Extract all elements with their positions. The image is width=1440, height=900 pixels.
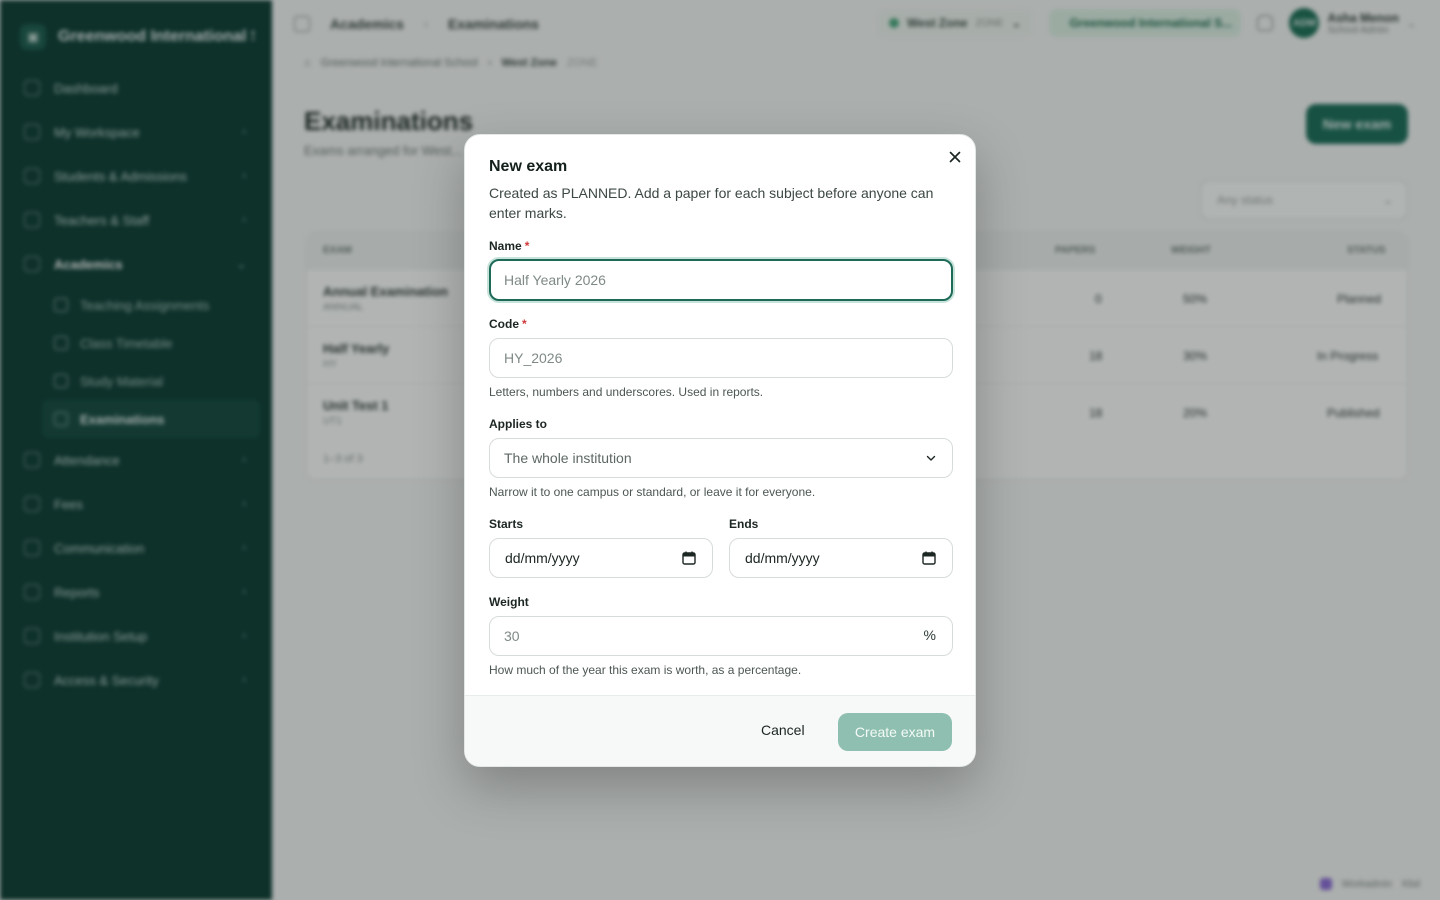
close-button[interactable] [946, 148, 964, 166]
start-date-value: dd/mm/yyyy [505, 550, 580, 566]
ends-label: Ends [729, 517, 759, 531]
starts-label: Starts [489, 517, 524, 531]
weight-label: Weight [489, 595, 529, 609]
percent-suffix: % [923, 627, 936, 643]
code-label-text: Code [489, 317, 519, 331]
create-exam-button[interactable]: Create exam [838, 713, 952, 751]
weight-field-wrapper: % [465, 616, 975, 656]
cancel-button[interactable]: Cancel [761, 722, 805, 738]
required-marker: * [524, 239, 530, 253]
code-label: Code * [489, 317, 527, 331]
name-label: Name * [489, 239, 529, 253]
applies-to-select[interactable]: The whole institution [489, 438, 953, 478]
applies-to-label: Applies to [489, 417, 548, 431]
name-label-text: Name [489, 239, 522, 253]
exam-name-input[interactable] [489, 259, 953, 301]
exam-code-input[interactable] [489, 338, 953, 378]
calendar-icon[interactable] [922, 551, 936, 565]
weight-help-text: How much of the year this exam is worth,… [489, 663, 802, 677]
code-help-text: Letters, numbers and underscores. Used i… [489, 385, 764, 399]
close-icon [949, 151, 961, 163]
applies-to-value: The whole institution [504, 450, 632, 466]
start-date-input[interactable]: dd/mm/yyyy [489, 538, 713, 578]
weight-input[interactable] [489, 616, 953, 656]
end-date-input[interactable]: dd/mm/yyyy [729, 538, 953, 578]
dialog-title: New exam [489, 158, 568, 175]
calendar-icon[interactable] [682, 551, 696, 565]
applies-to-help-text: Narrow it to one campus or standard, or … [489, 485, 816, 499]
chevron-down-icon [926, 455, 936, 461]
end-date-value: dd/mm/yyyy [745, 550, 820, 566]
new-exam-dialog: New exam Created as PLANNED. Add a paper… [464, 134, 976, 767]
dialog-footer: Cancel Create exam [465, 695, 975, 766]
dialog-description: Created as PLANNED. Add a paper for each… [489, 185, 934, 221]
required-marker: * [522, 317, 527, 331]
